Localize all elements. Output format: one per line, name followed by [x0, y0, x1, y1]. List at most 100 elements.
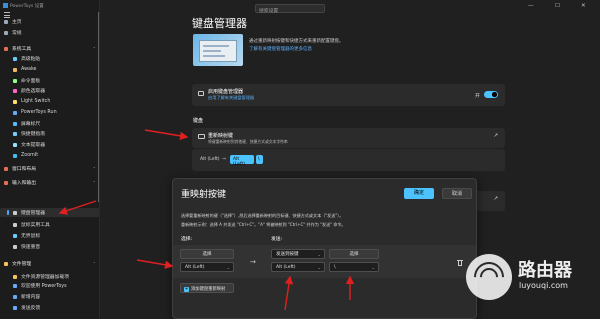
chevron-up-icon[interactable]: ⌃	[93, 261, 96, 266]
sidebar-item-label: 颜色选取器	[21, 89, 45, 94]
sidebar-item-label: 文件管理	[12, 262, 32, 267]
sidebar-item-label: PowerToys Run	[21, 110, 57, 115]
sidebar-item-window[interactable]: 窗口和布局 ⌃	[0, 164, 99, 173]
chevron-up-icon[interactable]: ⌃	[93, 46, 96, 51]
select-key-dropdown[interactable]: Alt (Left) ⌄	[180, 262, 234, 272]
sidebar-item-paste[interactable]: 高级粘贴	[0, 54, 99, 63]
chevron-down-icon: ⌄	[317, 252, 321, 257]
sidebar-item-label: 高级粘贴	[21, 57, 41, 62]
sidebar-item-ruler[interactable]: 屏幕标尺	[0, 119, 99, 128]
sidebar-item-color-picker[interactable]: 颜色选取器	[0, 86, 99, 95]
run-icon	[13, 110, 17, 115]
send-type-value: 发送到按键	[276, 252, 299, 257]
gear-icon	[4, 30, 8, 35]
app-title-text: PowerToys 设置	[10, 4, 44, 9]
sidebar-item-label: 发送反馈	[21, 306, 41, 311]
sidebar-item-gear[interactable]: 常规	[0, 28, 99, 37]
remap-keys-card[interactable]: 重新映射键 将键重新映射到其他键、快捷方式或文本字符串 ↗	[192, 128, 505, 148]
sidebar-item-zoom[interactable]: ZoomIt	[0, 151, 99, 160]
sidebar-item-label: 系统工具	[12, 47, 32, 52]
dialog-example: 重新映射示例：选择 A 并发送 "Ctrl+C"。"A" 将被映射到 "Ctrl…	[181, 222, 346, 227]
sidebar-item-folder[interactable]: 文件管理 ⌃	[0, 259, 99, 268]
sidebar-item-label: 主页	[12, 20, 22, 25]
chevron-up-icon[interactable]: ⌃	[93, 166, 96, 171]
home-icon	[4, 19, 8, 24]
sidebar-item-home[interactable]: 主页	[0, 17, 99, 26]
mapping-from-key: Alt (Left)	[200, 157, 220, 162]
sidebar-item-label: 欢迎使用 PowerToys	[21, 284, 67, 289]
sidebar-scrollbar[interactable]	[98, 12, 99, 202]
sidebar-item-label: 快捷键指南	[21, 132, 45, 137]
sidebar-item-run[interactable]: PowerToys Run	[0, 108, 99, 117]
ok-button[interactable]: 确定	[404, 188, 434, 199]
sidebar-item-label: Awake	[21, 67, 37, 72]
sidebar-item-label: 新增内容	[21, 295, 41, 300]
tools-icon	[4, 46, 8, 51]
sidebar: PowerToys 设置 主页常规系统工具 ⌃ 高级粘贴 Awake 命令面板颜色选取器…	[0, 0, 100, 319]
window-icon	[4, 166, 8, 171]
send-column-header: 发送:	[271, 237, 283, 242]
hero-image	[193, 34, 243, 66]
sidebar-item-tools[interactable]: 系统工具 ⌃	[0, 44, 99, 53]
close-button[interactable]: ✕	[581, 3, 586, 9]
sidebar-item-text-extract[interactable]: 文本提取器	[0, 140, 99, 149]
send-select-button[interactable]: 选择	[329, 249, 379, 259]
sidebar-item-mouse[interactable]: 鼠标实用工具	[0, 220, 99, 229]
mapping-to-key: Alt (Left)	[230, 155, 254, 167]
sidebar-item-mouse-without-borders[interactable]: 无界鼠标	[0, 231, 99, 240]
minimize-button[interactable]: —	[528, 3, 534, 9]
maximize-button[interactable]: ☐	[555, 3, 560, 9]
watermark: 路由器 luyouqi.com	[466, 254, 600, 309]
plus-icon: +	[184, 287, 189, 292]
mapping-to-key-2: \	[256, 155, 263, 164]
chevron-up-icon[interactable]: ⌃	[93, 180, 96, 185]
external-link-icon[interactable]: ↗	[493, 133, 498, 139]
delete-row-icon[interactable]	[457, 259, 463, 266]
send-key-dropdown-2[interactable]: \ ⌄	[329, 262, 379, 272]
annotation-arrow-select	[136, 259, 174, 269]
current-mapping-card: Alt (Left) ⇒ Alt (Left) \	[192, 149, 505, 171]
keyboard-section-heading: 键盘	[193, 118, 204, 124]
select-key-value: Alt (Left)	[185, 265, 205, 270]
chevron-down-icon: ⌄	[371, 265, 375, 270]
router-logo-icon	[466, 254, 512, 300]
sidebar-item-feedback[interactable]: 发送反馈	[0, 303, 99, 312]
chevron-down-icon: ⌄	[317, 265, 321, 270]
add-remap-button[interactable]: + 添加键盘重新映射	[180, 283, 234, 293]
sidebar-item-new[interactable]: 新增内容	[0, 292, 99, 301]
send-key-value-1: Alt (Left)	[276, 265, 296, 270]
sidebar-item-welcome[interactable]: 欢迎使用 PowerToys	[0, 281, 99, 290]
send-key-dropdown-1[interactable]: Alt (Left) ⌄	[271, 262, 325, 272]
shortcut-icon	[13, 131, 17, 136]
cancel-button[interactable]: 取消	[442, 188, 472, 199]
powertoys-settings-window: PowerToys 设置 主页常规系统工具 ⌃ 高级粘贴 Awake 命令面板颜色选取器…	[0, 0, 600, 319]
sidebar-item-keyboard[interactable]: 键盘管理器	[0, 208, 99, 217]
ruler-icon	[13, 121, 17, 126]
sidebar-item-label: 文本提取器	[21, 143, 45, 148]
send-type-dropdown[interactable]: 发送到按键 ⌄	[271, 249, 325, 259]
accent-icon	[13, 244, 17, 249]
zoom-icon	[13, 153, 17, 158]
sidebar-item-label: 鼠标实用工具	[21, 223, 50, 228]
sidebar-item-sun[interactable]: Light Switch	[0, 97, 99, 106]
select-key-button[interactable]: 选择	[180, 249, 234, 259]
remap-row: 选择 Alt (Left) ⌄ 发送到按键 ⌄ 选择 Alt (Left) ⌄ \ ⌄	[173, 245, 476, 278]
powertoys-logo-icon	[3, 3, 8, 8]
sidebar-item-command[interactable]: 命令面板	[0, 76, 99, 85]
enable-subtitle-link[interactable]: 启用了解有关键盘管理器	[208, 95, 254, 101]
learn-more-link[interactable]: 了解有关键盘管理器的更多信息	[249, 46, 312, 52]
arrow-right-icon: →	[250, 258, 256, 266]
sidebar-item-explorer[interactable]: 文件资源管理器加载项	[0, 272, 99, 281]
sidebar-item-accent[interactable]: 快速重音	[0, 242, 99, 251]
search-input[interactable]: 搜索设置	[255, 4, 325, 14]
paste-icon	[13, 56, 17, 61]
sidebar-item-shortcut[interactable]: 快捷键指南	[0, 129, 99, 138]
remap-title: 重新映射键	[208, 133, 234, 139]
sidebar-item-coffee[interactable]: Awake	[0, 65, 99, 74]
send-key-value-2: \	[334, 265, 336, 270]
mapping-arrow-icon: ⇒	[222, 156, 227, 162]
external-link-icon-2[interactable]: ↗	[493, 196, 498, 202]
sidebar-item-input[interactable]: 输入和输出 ⌃	[0, 178, 99, 187]
dialog-title: 重映射按键	[181, 190, 227, 200]
enable-toggle[interactable]	[484, 91, 498, 98]
